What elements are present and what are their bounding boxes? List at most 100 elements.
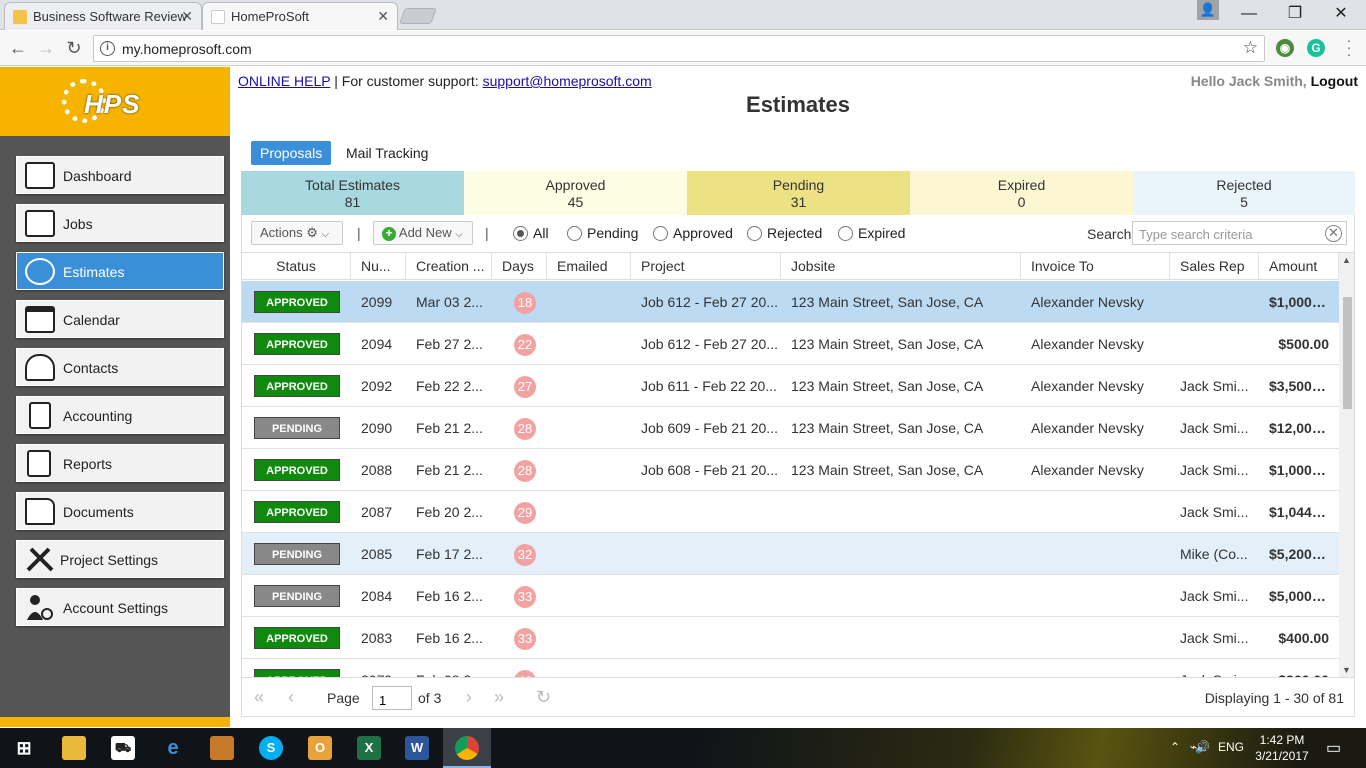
column-header-invoice-to[interactable]: Invoice To — [1021, 253, 1170, 280]
tab-mail-tracking[interactable]: Mail Tracking — [337, 141, 437, 165]
column-header-status[interactable]: Status — [242, 253, 351, 280]
restore-icon[interactable]: ❐ — [1272, 2, 1318, 26]
excel-icon[interactable]: X — [357, 736, 381, 760]
globe-extension-icon[interactable]: ◉ — [1276, 39, 1294, 57]
reload-icon[interactable]: ↻ — [62, 36, 86, 60]
cell-amount: $1,000.00 — [1269, 462, 1332, 478]
table-row[interactable]: PENDING 28 2090 Feb 21 2... Job 609 - Feb 21… — [242, 407, 1339, 449]
column-header-days[interactable]: Days — [492, 253, 547, 280]
file-explorer-icon[interactable] — [62, 736, 86, 760]
filter-pending-radio[interactable]: Pending — [567, 225, 638, 241]
close-tab-icon[interactable]: ✕ — [377, 3, 389, 30]
filter-all-radio[interactable]: All — [513, 225, 549, 241]
summary-rejected[interactable]: Rejected 5 — [1133, 171, 1355, 215]
edge-icon[interactable]: e — [161, 736, 185, 760]
search-input[interactable] — [1132, 221, 1347, 245]
add-new-dropdown[interactable]: + Add New ⌵ — [373, 221, 473, 245]
sidebar-item-account-settings[interactable]: Account Settings — [16, 588, 224, 626]
sidebar-item-reports[interactable]: Reports — [16, 444, 224, 482]
tray-chevron-icon[interactable]: ⌃ — [1170, 740, 1180, 754]
app-icon[interactable] — [210, 736, 234, 760]
page-number-input[interactable] — [372, 686, 412, 710]
summary-pending[interactable]: Pending 31 — [687, 171, 910, 215]
clear-search-icon[interactable]: ✕ — [1325, 225, 1342, 242]
sidebar-item-contacts[interactable]: Contacts — [16, 348, 224, 386]
sidebar-item-documents[interactable]: Documents — [16, 492, 224, 530]
language-indicator[interactable]: ENG — [1218, 740, 1244, 754]
first-page-icon[interactable]: « — [254, 687, 264, 708]
column-header-emailed[interactable]: Emailed — [547, 253, 631, 280]
bookmark-star-icon[interactable]: ☆ — [1243, 38, 1258, 58]
scrollbar-thumb[interactable] — [1343, 297, 1352, 409]
browser-menu-icon[interactable]: · · · — [1344, 33, 1354, 61]
skype-icon[interactable]: S — [259, 736, 283, 760]
summary-value: 31 — [790, 194, 807, 210]
sidebar-item-calendar[interactable]: Calendar — [16, 300, 224, 338]
support-email-link[interactable]: support@homeprosoft.com — [483, 73, 652, 89]
table-row[interactable]: APPROVED 41 2079Feb 08 2... Jack Smi...$300… — [242, 659, 1339, 677]
cell-emailed — [547, 491, 631, 533]
cell-amount: $1,000.00 — [1269, 294, 1332, 310]
vertical-scrollbar[interactable]: ▲ ▼ — [1339, 253, 1354, 677]
table-row[interactable]: APPROVED 33 2083 Feb 16 2... Jack Smi... $400… — [242, 617, 1339, 659]
browser-tab-homeprosoft[interactable]: HomeProSoft ✕ — [202, 2, 398, 30]
filter-expired-radio[interactable]: Expired — [838, 225, 905, 241]
table-row[interactable]: PENDING 32 2085 Feb 17 2... Mike (Co... $5,20… — [242, 533, 1339, 575]
url-field[interactable]: i my.homeprosoft.com ☆ — [93, 35, 1265, 62]
scroll-up-icon[interactable]: ▲ — [1342, 255, 1351, 265]
outlook-icon[interactable]: O — [308, 736, 332, 760]
column-header-num[interactable]: Nu... — [351, 253, 406, 280]
notifications-icon[interactable]: ▭ — [1326, 738, 1341, 758]
close-window-icon[interactable]: ✕ — [1318, 2, 1364, 26]
grammarly-icon[interactable]: G — [1307, 39, 1325, 57]
forward-icon[interactable]: → — [34, 36, 58, 60]
cell-created: Mar 03 2... — [416, 294, 483, 310]
volume-icon[interactable]: 🔊 — [1195, 740, 1210, 754]
last-page-icon[interactable]: » — [494, 687, 504, 708]
table-row[interactable]: PENDING 33 2084 Feb 16 2... Jack Smi... $5,00… — [242, 575, 1339, 617]
table-row[interactable]: APPROVED 18 2099 Mar 03 2... Job 612 - Feb 2… — [242, 281, 1339, 323]
prev-page-icon[interactable]: ‹ — [288, 687, 294, 708]
filter-approved-radio[interactable]: Approved — [653, 225, 733, 241]
table-row[interactable]: APPROVED 28 2088 Feb 21 2... Job 608 - Feb 2… — [242, 449, 1339, 491]
sidebar-item-jobs[interactable]: Jobs — [16, 204, 224, 242]
browser-tab-business-software-review[interactable]: Business Software Review ✕ — [4, 2, 202, 30]
sidebar-item-dashboard[interactable]: Dashboard — [16, 156, 224, 194]
next-page-icon[interactable]: › — [466, 687, 472, 708]
refresh-icon[interactable]: ↻ — [536, 687, 551, 708]
column-header-project[interactable]: Project — [631, 253, 781, 280]
filter-rejected-radio[interactable]: Rejected — [747, 225, 822, 241]
actions-dropdown[interactable]: Actions ⚙ ⌵ — [251, 221, 343, 245]
new-tab-button[interactable] — [399, 8, 437, 24]
table-row[interactable]: APPROVED 22 2094 Feb 27 2... Job 612 - Feb 2… — [242, 323, 1339, 365]
summary-expired[interactable]: Expired 0 — [910, 171, 1133, 215]
sidebar-item-project-settings[interactable]: Project Settings — [16, 540, 224, 578]
online-help-link[interactable]: ONLINE HELP — [238, 73, 330, 89]
column-header-created[interactable]: Creation ... — [406, 253, 492, 280]
app-logo[interactable]: HPS — [0, 67, 230, 136]
column-header-jobsite[interactable]: Jobsite — [781, 253, 1021, 280]
summary-total[interactable]: Total Estimates 81 — [241, 171, 464, 215]
summary-approved[interactable]: Approved 45 — [464, 171, 687, 215]
table-row[interactable]: APPROVED 27 2092 Feb 22 2... Job 611 - Feb 2… — [242, 365, 1339, 407]
back-icon[interactable]: ← — [6, 36, 30, 60]
column-header-rep[interactable]: Sales Rep — [1170, 253, 1259, 280]
windows-start-icon[interactable]: ⊞ — [12, 736, 36, 760]
table-row[interactable]: APPROVED 29 2087 Feb 20 2... Jack Smi... $1,0… — [242, 491, 1339, 533]
minimize-icon[interactable]: — — [1226, 2, 1272, 26]
scroll-down-icon[interactable]: ▼ — [1342, 665, 1351, 675]
store-icon[interactable]: ⛟ — [111, 736, 135, 760]
cell-amount: $300.00 — [1259, 659, 1339, 677]
logout-link[interactable]: Logout — [1311, 73, 1358, 89]
profile-icon[interactable]: 👤 — [1197, 0, 1219, 20]
close-tab-icon[interactable]: ✕ — [181, 3, 193, 30]
cell-project: Job 609 - Feb 21 20... — [641, 420, 778, 436]
info-icon[interactable]: i — [100, 41, 115, 56]
chrome-taskbar-button[interactable] — [443, 728, 491, 768]
sidebar-item-accounting[interactable]: Accounting — [16, 396, 224, 434]
column-header-amount[interactable]: Amount — [1259, 253, 1339, 280]
word-icon[interactable]: W — [405, 736, 429, 760]
tab-proposals[interactable]: Proposals — [251, 141, 332, 165]
sidebar-item-estimates[interactable]: Estimates — [16, 252, 224, 290]
system-clock[interactable]: 1:42 PM 3/21/2017 — [1250, 732, 1314, 764]
